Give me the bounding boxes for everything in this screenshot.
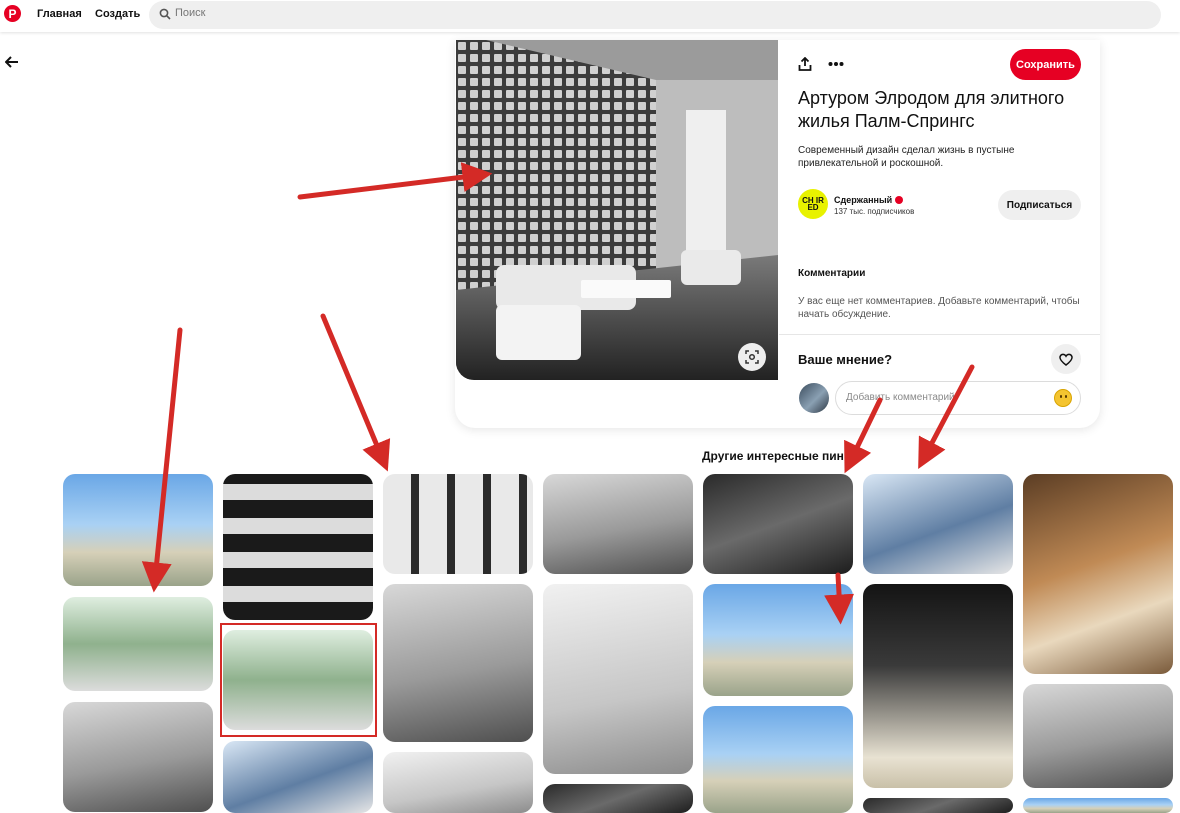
user-avatar[interactable]: [799, 383, 829, 413]
subscriber-count: 137 тыс. подписчиков: [834, 207, 915, 216]
pin-tile[interactable]: [1023, 798, 1173, 813]
channel-name-text: Сдержанный: [834, 195, 893, 205]
pin-tile[interactable]: [703, 474, 853, 574]
pin-tile[interactable]: [863, 798, 1013, 813]
verified-icon: [895, 196, 904, 204]
pin-tile[interactable]: [543, 474, 693, 574]
share-icon[interactable]: [798, 57, 812, 71]
pin-tile[interactable]: [223, 741, 373, 813]
arrow: [320, 313, 391, 472]
pin-description: Современный дизайн сделал жизнь в пустын…: [798, 145, 1015, 169]
pin-tile[interactable]: [1023, 474, 1173, 674]
pin-tile[interactable]: [863, 474, 1013, 574]
react-button[interactable]: [1051, 344, 1081, 374]
heart-icon: [1059, 353, 1073, 366]
pin-tile[interactable]: [543, 584, 693, 774]
emoji-icon[interactable]: [1054, 389, 1072, 407]
pin-image[interactable]: [456, 40, 778, 380]
visual-search-button[interactable]: [738, 343, 766, 371]
pin-tile[interactable]: [703, 706, 853, 813]
nav-home[interactable]: Главная: [37, 8, 82, 20]
pin-photo: [456, 40, 778, 380]
pin-tile[interactable]: [703, 584, 853, 696]
pin-title: Артуром Элродом для элитного жилья Палм-…: [798, 88, 1065, 131]
comments-empty-text: У вас еще нет комментариев. Добавьте ком…: [798, 296, 1080, 320]
top-navigation: P Главная Создать: [0, 0, 1180, 32]
more-pins-heading: Другие интересные пины: [702, 449, 855, 463]
comments-heading[interactable]: Комментарии: [798, 268, 865, 279]
pin-tile[interactable]: [863, 584, 1013, 788]
subscribe-button[interactable]: Подписаться: [998, 190, 1081, 220]
pin-tile[interactable]: [223, 474, 373, 620]
pin-tile[interactable]: [383, 474, 533, 574]
search-icon: [159, 8, 171, 20]
pinterest-logo-icon[interactable]: P: [4, 5, 21, 22]
pin-tile[interactable]: [1023, 684, 1173, 788]
visual-search-icon: [745, 350, 759, 364]
channel-avatar[interactable]: CH IR ED: [798, 189, 828, 219]
pin-tile[interactable]: [63, 597, 213, 691]
arrow: [297, 162, 493, 200]
pin-tile[interactable]: [63, 474, 213, 586]
comment-box[interactable]: [835, 381, 1081, 415]
search-input[interactable]: [175, 7, 1075, 19]
selection-highlight: [220, 623, 377, 737]
search-bar[interactable]: [149, 1, 1161, 29]
more-icon[interactable]: [828, 61, 844, 67]
pin-tile[interactable]: [63, 702, 213, 812]
comment-input[interactable]: [846, 392, 1046, 403]
divider: [779, 334, 1100, 335]
channel-name[interactable]: Сдержанный: [834, 195, 904, 205]
opinion-label: Ваше мнение?: [798, 352, 893, 367]
pin-tile[interactable]: [543, 784, 693, 813]
save-button[interactable]: Сохранить: [1010, 49, 1081, 80]
pin-tile[interactable]: [383, 752, 533, 813]
back-arrow-icon[interactable]: [5, 56, 19, 68]
pin-tile[interactable]: [383, 584, 533, 742]
nav-create[interactable]: Создать: [95, 8, 140, 20]
